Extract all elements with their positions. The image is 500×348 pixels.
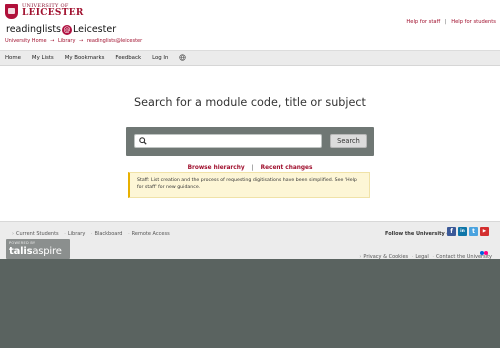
search-button[interactable]: Search <box>330 134 367 148</box>
footer-link-current-students[interactable]: Current Students <box>16 231 59 237</box>
powered-by-label: POWERED BY <box>9 241 36 245</box>
facebook-icon[interactable]: f <box>447 227 456 236</box>
breadcrumb: University Home → Library → readinglists… <box>5 38 144 44</box>
aspire-brand: aspire <box>32 246 62 257</box>
search-panel: Search <box>126 127 374 156</box>
browse-hierarchy-link[interactable]: Browse hierarchy <box>188 165 245 171</box>
follow-university-label: Follow the University on <box>385 231 454 237</box>
recent-changes-link[interactable]: Recent changes <box>261 165 313 171</box>
staff-notice: Staff: List creation and the process of … <box>128 172 370 198</box>
help-for-students-link[interactable]: Help for students <box>451 19 496 25</box>
nav-home[interactable]: Home <box>5 55 21 61</box>
breadcrumb-readinglists[interactable]: readinglists@leicester <box>87 38 142 44</box>
footer-link-remote-access[interactable]: Remote Access <box>132 231 170 237</box>
footer-link-blackboard[interactable]: Blackboard <box>95 231 123 237</box>
site-title[interactable]: readinglists @ Leicester <box>6 24 116 35</box>
footer-link-library[interactable]: Library <box>68 231 85 237</box>
help-for-staff-link[interactable]: Help for staff <box>406 19 440 25</box>
site-title-part2: Leicester <box>73 24 117 35</box>
site-footer: › Current Students · Library · Blackboard ·… <box>0 221 500 260</box>
twitter-icon[interactable]: t <box>469 227 478 236</box>
university-logo[interactable]: UNIVERSITY OF LEICESTER <box>5 4 84 19</box>
page-bottom-band <box>0 259 500 348</box>
youtube-icon[interactable]: ▶ <box>480 227 489 236</box>
at-icon: @ <box>62 24 72 35</box>
site-header: UNIVERSITY OF LEICESTER readinglists @ L… <box>0 0 500 50</box>
main-nav: Home My Lists My Bookmarks Feedback Log … <box>0 50 500 66</box>
nav-log-in[interactable]: Log In <box>152 55 168 61</box>
nav-my-bookmarks[interactable]: My Bookmarks <box>65 55 105 61</box>
help-separator: | <box>444 19 447 25</box>
nav-feedback[interactable]: Feedback <box>115 55 141 61</box>
flickr-icon[interactable] <box>480 240 490 255</box>
language-icon[interactable] <box>179 53 187 63</box>
browse-links: Browse hierarchy | Recent changes <box>0 165 500 171</box>
crest-icon <box>5 4 18 19</box>
nav-my-lists[interactable]: My Lists <box>32 55 54 61</box>
talis-aspire-logo[interactable]: POWERED BY talisaspire <box>6 239 70 259</box>
help-links: Help for staff | Help for students <box>406 19 496 25</box>
page-headline: Search for a module code, title or subje… <box>134 96 366 109</box>
talis-brand: talis <box>9 246 33 257</box>
search-input[interactable] <box>134 134 322 148</box>
breadcrumb-arrow: → <box>50 38 55 44</box>
links-separator: | <box>251 165 254 171</box>
breadcrumb-university-home[interactable]: University Home <box>5 38 47 44</box>
footer-links: › Current Students · Library · Blackboard ·… <box>12 231 170 237</box>
linkedin-icon[interactable]: in <box>458 227 467 236</box>
breadcrumb-arrow: → <box>79 38 84 44</box>
logo-big-text: LEICESTER <box>22 8 84 18</box>
search-icon <box>139 137 147 145</box>
breadcrumb-library[interactable]: Library <box>58 38 75 44</box>
site-title-part1: readinglists <box>6 24 61 35</box>
